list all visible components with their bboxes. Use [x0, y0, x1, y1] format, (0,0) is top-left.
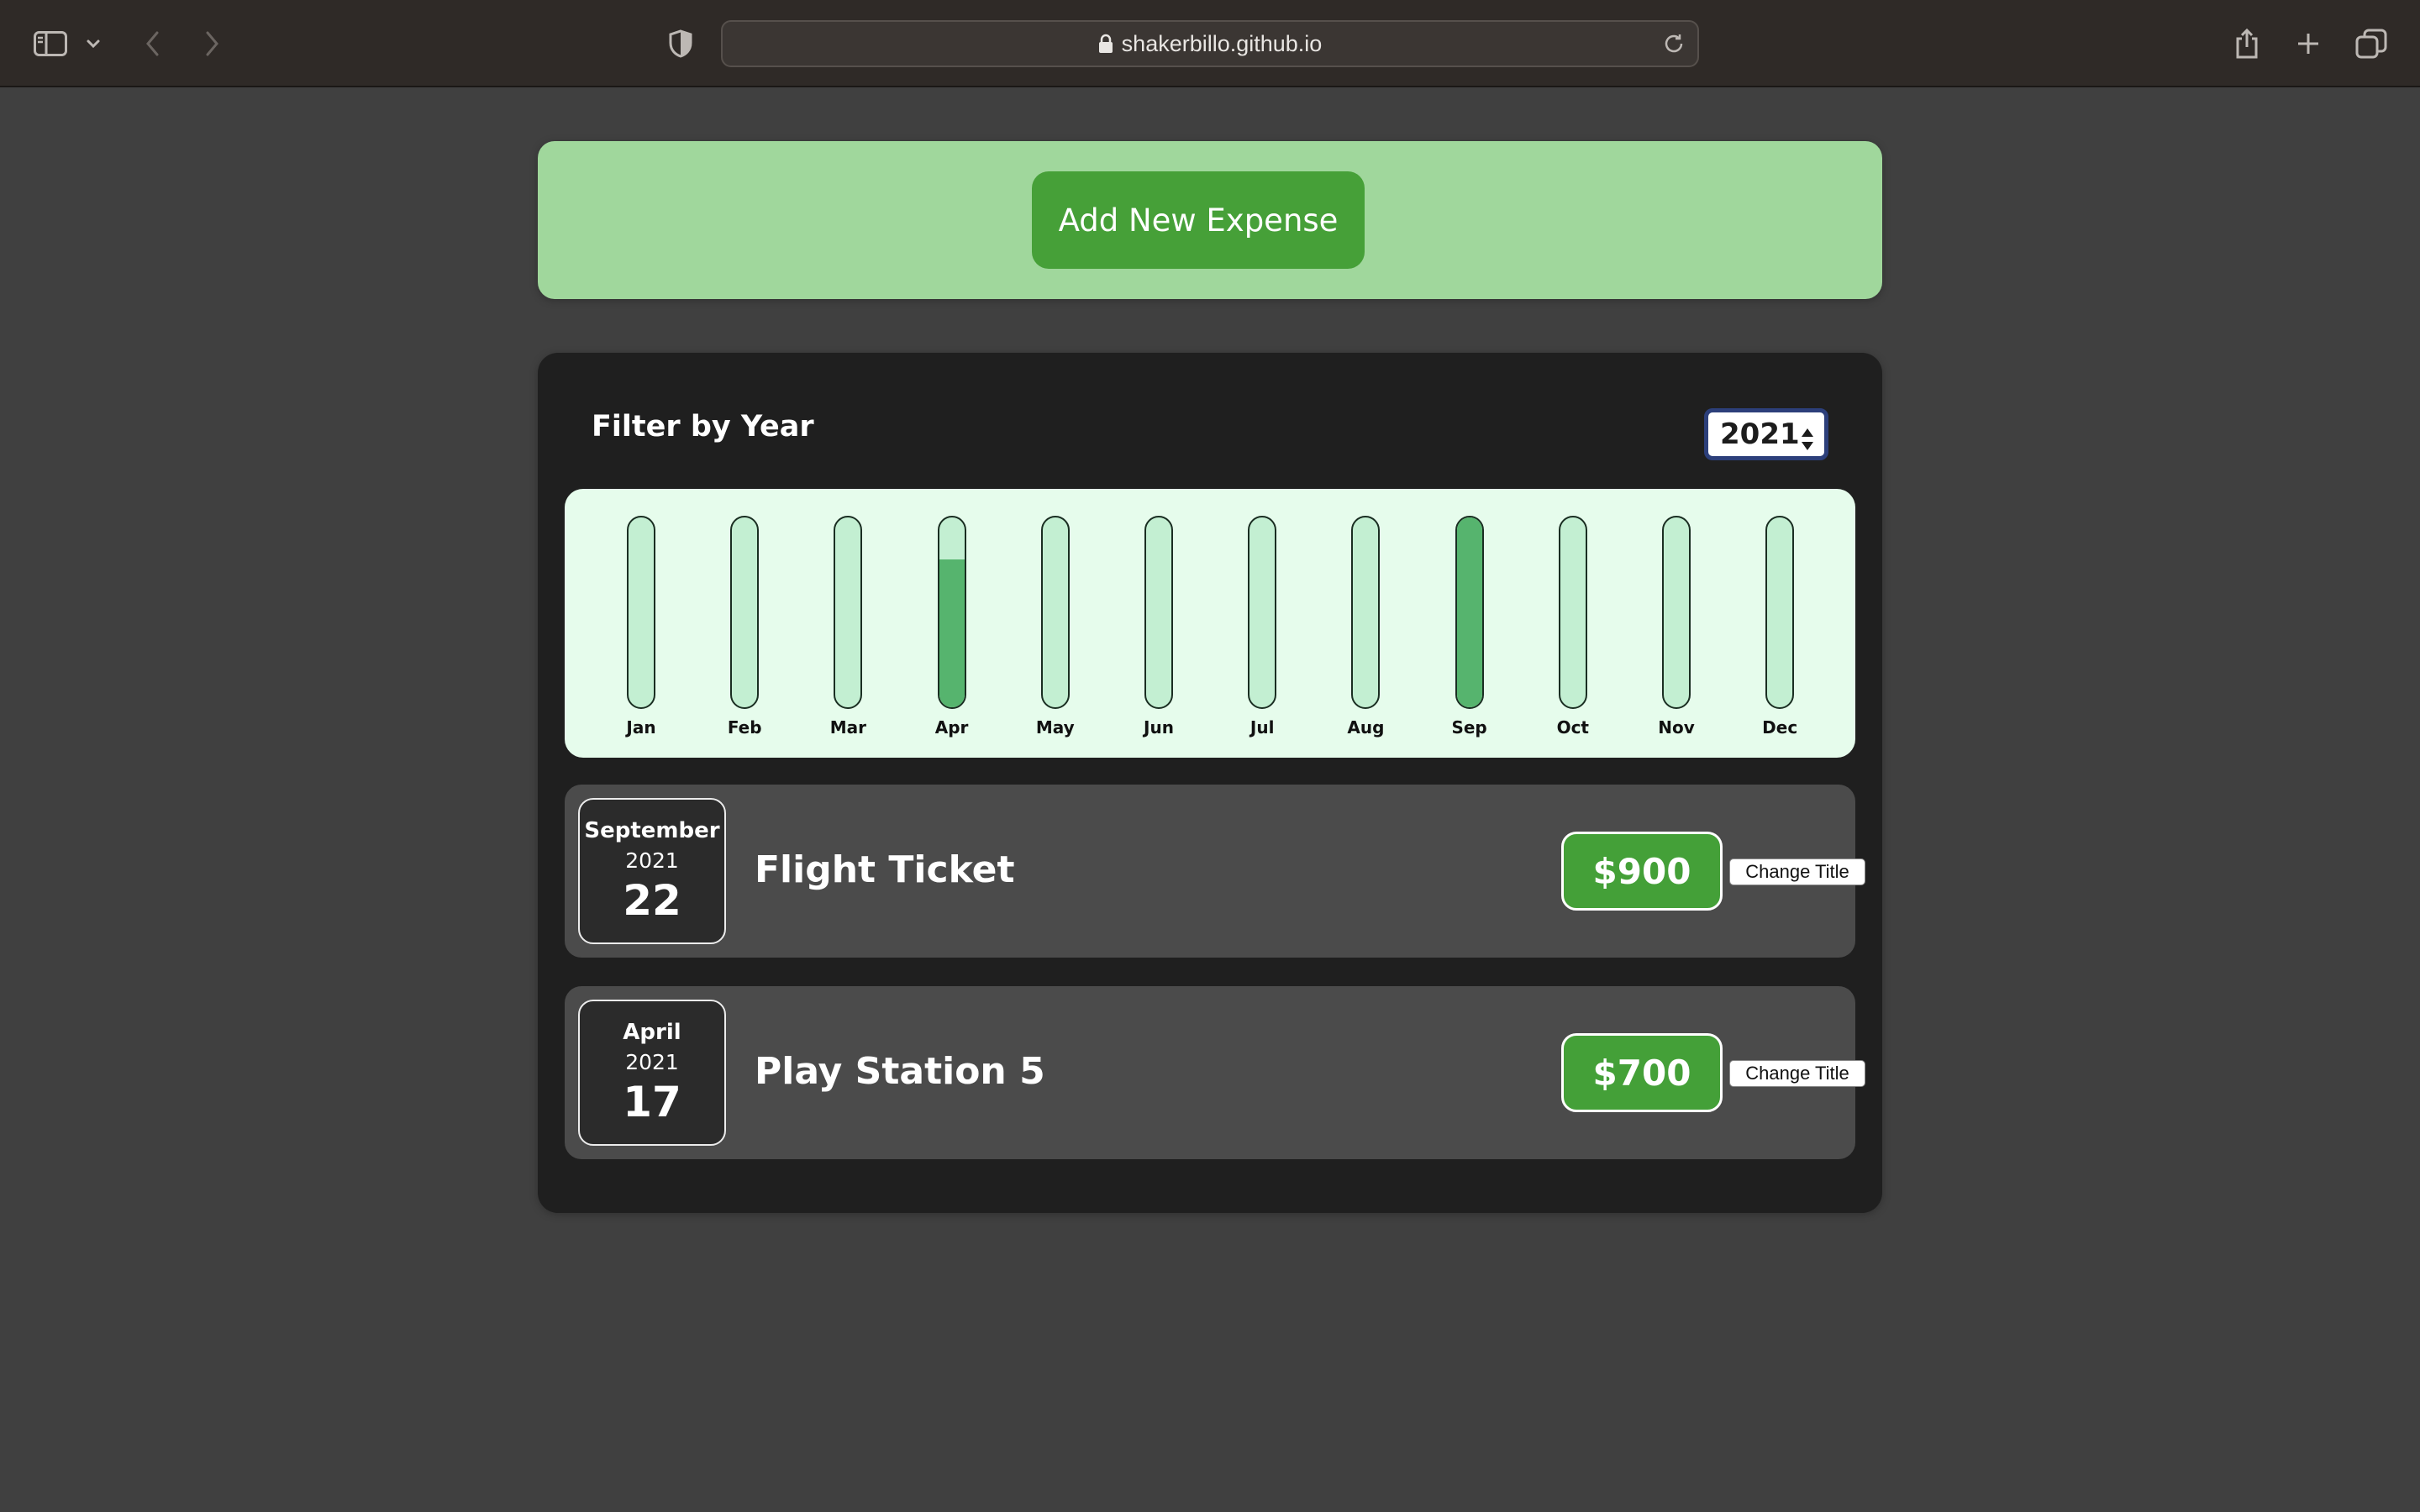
chart-bar-label: Apr [934, 717, 969, 738]
select-arrows-icon [1801, 426, 1814, 459]
address-bar[interactable]: shakerbillo.github.io [721, 20, 1699, 67]
privacy-shield-icon[interactable] [660, 24, 701, 64]
chart-bar-label: Jun [1144, 717, 1174, 738]
sidebar-icon[interactable] [30, 24, 71, 64]
browser-toolbar: shakerbillo.github.io [0, 0, 2420, 87]
change-title-button[interactable]: Change Title [1729, 858, 1865, 885]
filter-label: Filter by Year [592, 410, 814, 444]
chart-bar-apr: Apr [926, 516, 976, 743]
chart-bar-track [1040, 516, 1070, 709]
chart-bar-track [1662, 516, 1691, 709]
expense-date-month: September [584, 818, 720, 843]
add-new-expense-button[interactable]: Add New Expense [1032, 171, 1365, 269]
lock-icon [1098, 34, 1113, 54]
chart-bar-track [834, 516, 863, 709]
chart-bar-track [1765, 516, 1795, 709]
forward-icon[interactable] [192, 24, 232, 64]
chart-bar-label: Dec [1762, 717, 1798, 738]
year-select-value: 2021 [1720, 417, 1800, 451]
expense-title: Play Station 5 [755, 1050, 1045, 1093]
chart-bar-track [1351, 516, 1381, 709]
expense-item: April 2021 17 Play Station 5 $700 Change… [565, 986, 1865, 1159]
chart-bar-label: Jan [626, 717, 656, 738]
expense-date-day: 22 [623, 876, 681, 925]
chart-bar-oct: Oct [1547, 516, 1597, 743]
chart-bar-may: May [1029, 516, 1080, 743]
chart-bar-mar: Mar [822, 516, 872, 743]
chart-bar-jun: Jun [1133, 516, 1183, 743]
year-select[interactable]: 2021 [1704, 408, 1828, 460]
chart-bar-nov: Nov [1650, 516, 1701, 743]
expense-date-year: 2021 [625, 848, 679, 873]
chart-bar-jan: Jan [615, 516, 666, 743]
chart-bar-label: May [1035, 717, 1075, 738]
share-icon[interactable] [2227, 24, 2267, 64]
chart-bar-track [1248, 516, 1277, 709]
expense-date: September 2021 22 [578, 798, 726, 944]
chart-bar-aug: Aug [1339, 516, 1390, 743]
expenses-chart: Jan Feb Mar Apr May Jun Jul Aug Sep Oct Nov Dec [565, 489, 1855, 758]
reload-icon[interactable] [1662, 32, 1686, 60]
chart-bar-jul: Jul [1236, 516, 1286, 743]
expenses-panel: Filter by Year 2021 Jan Feb Mar Apr May Jun Ju… [538, 353, 1882, 1213]
chevron-down-icon[interactable] [76, 24, 111, 64]
chart-bar-label: Aug [1347, 717, 1385, 738]
back-icon[interactable] [133, 24, 173, 64]
chart-bar-sep: Sep [1444, 516, 1494, 743]
chart-bar-label: Mar [829, 717, 867, 738]
chart-bar-fill [1456, 517, 1482, 707]
expense-amount: $900 [1561, 832, 1723, 911]
chart-bar-label: Sep [1451, 717, 1487, 738]
chart-bar-track [1558, 516, 1587, 709]
chart-bar-label: Jul [1249, 717, 1275, 738]
new-expense-panel: Add New Expense [538, 141, 1882, 299]
chart-bar-label: Oct [1556, 717, 1589, 738]
expense-title: Flight Ticket [755, 848, 1015, 891]
change-title-button[interactable]: Change Title [1729, 1060, 1865, 1087]
expense-date-year: 2021 [625, 1050, 679, 1074]
chart-bar-label: Feb [727, 717, 762, 738]
expense-date-month: April [623, 1020, 681, 1045]
chart-bar-track [937, 516, 966, 709]
url-text: shakerbillo.github.io [1121, 30, 1323, 56]
chart-bar-track [730, 516, 760, 709]
chart-bar-label: Nov [1658, 717, 1695, 738]
chart-bar-feb: Feb [718, 516, 769, 743]
chart-bar-track [1144, 516, 1173, 709]
new-tab-icon[interactable] [2288, 24, 2328, 64]
expense-date: April 2021 17 [578, 1000, 726, 1146]
chart-bar-fill [939, 559, 965, 707]
expense-amount: $700 [1561, 1033, 1723, 1112]
expense-item: September 2021 22 Flight Ticket $900 Cha… [565, 785, 1865, 958]
chart-bar-dec: Dec [1754, 516, 1804, 743]
chart-bar-track [1455, 516, 1484, 709]
chart-bar-track [627, 516, 655, 709]
tabs-overview-icon[interactable] [2351, 24, 2391, 64]
expense-date-day: 17 [623, 1078, 681, 1126]
